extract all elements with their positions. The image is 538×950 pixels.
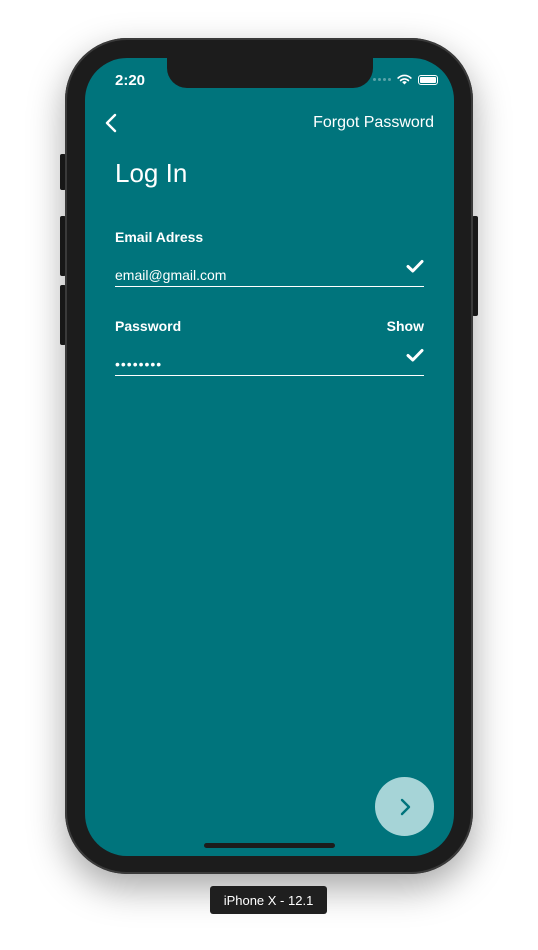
notch	[167, 58, 373, 88]
status-time: 2:20	[115, 72, 146, 89]
back-button[interactable]	[103, 112, 119, 134]
home-indicator[interactable]	[204, 843, 335, 848]
password-checkmark-icon	[406, 349, 424, 362]
show-password-button[interactable]: Show	[387, 318, 424, 334]
device-label: iPhone X - 12.1	[210, 886, 327, 914]
password-field[interactable]: ••••••••	[115, 354, 424, 376]
wifi-icon	[397, 74, 412, 85]
page-title: Log In	[115, 158, 188, 188]
next-button[interactable]	[375, 777, 434, 836]
email-field[interactable]: email@gmail.com	[115, 265, 424, 287]
forgot-password-link[interactable]: Forgot Password	[313, 114, 434, 132]
app-screen: 2:20 Forgot Password Log In Email Adress…	[85, 58, 454, 856]
password-label: Password	[115, 318, 182, 334]
battery-icon	[418, 74, 438, 85]
simulator-stage: 2:20 Forgot Password Log In Email Adress…	[0, 0, 538, 950]
cellular-signal-icon	[373, 78, 391, 81]
email-checkmark-icon	[406, 260, 424, 273]
email-label: Email Adress	[115, 229, 204, 245]
chevron-right-icon	[400, 798, 410, 815]
chevron-left-icon	[105, 113, 117, 133]
status-indicators	[373, 74, 438, 85]
